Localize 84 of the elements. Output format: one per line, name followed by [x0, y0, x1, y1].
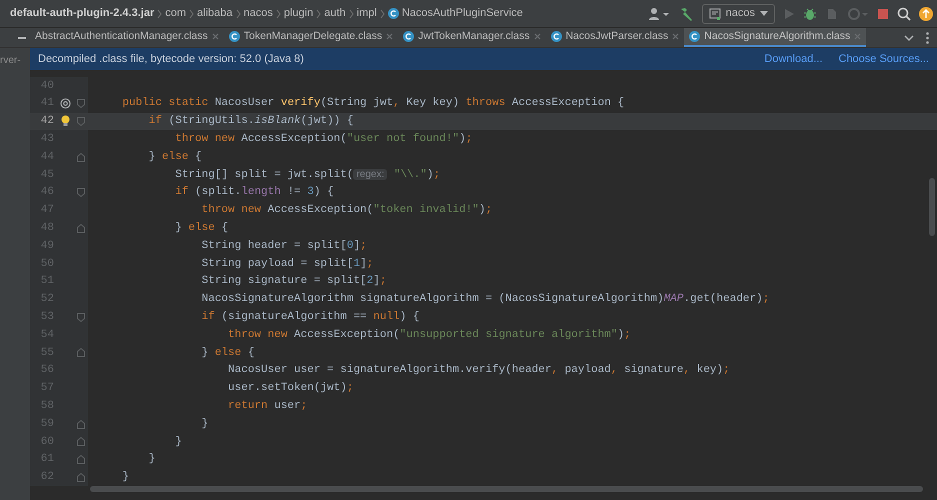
- update-icon[interactable]: [919, 6, 933, 20]
- search-icon[interactable]: [897, 6, 911, 20]
- breadcrumb-item[interactable]: impl: [356, 5, 377, 22]
- bug-icon[interactable]: [803, 6, 817, 20]
- code-line: String header = split[0];: [200, 238, 367, 254]
- fold-icon[interactable]: [77, 348, 85, 358]
- fold-icon[interactable]: [77, 312, 85, 322]
- banner-link[interactable]: Choose Sources...: [838, 50, 929, 68]
- class-icon: [403, 31, 414, 42]
- close-icon[interactable]: [386, 33, 394, 40]
- code-line: if (split.length != 3) {: [174, 185, 334, 200]
- editor-tab[interactable]: JwtTokenManager.class: [398, 28, 546, 47]
- code-line: throw new AccessException("user not found!");: [174, 132, 472, 148]
- chevron-right-icon: [380, 8, 385, 18]
- breadcrumb-item[interactable]: plugin: [284, 5, 314, 22]
- chevron-right-icon: [157, 8, 162, 18]
- code-line: if (StringUtils.isBlank(jwt)) {: [148, 114, 354, 130]
- breadcrumb-item[interactable]: auth: [324, 5, 346, 22]
- code-line: String signature = split[2];: [200, 274, 386, 290]
- chevron-right-icon: [189, 8, 194, 18]
- fold-icon[interactable]: [77, 116, 85, 126]
- banner-link[interactable]: Download...: [764, 50, 822, 68]
- breadcrumb-item[interactable]: NacosAuthPluginService: [402, 5, 523, 22]
- profiler-icon[interactable]: [847, 6, 869, 20]
- code-line: String payload = split[1];: [200, 256, 374, 272]
- user-icon[interactable]: [648, 6, 670, 20]
- fold-icon[interactable]: [77, 99, 85, 108]
- coverage-icon[interactable]: [825, 6, 839, 20]
- chevron-right-icon: [316, 8, 322, 18]
- code-line: public static NacosUser verify(String jwt, Key key) throws AccessException {: [121, 96, 624, 112]
- code-line: if (signatureAlgorithm == null) {: [200, 310, 420, 325]
- code-line: return user;: [227, 398, 308, 414]
- class-icon: [228, 31, 240, 42]
- chevron-down-icon[interactable]: [904, 34, 914, 40]
- editor-tab[interactable]: AbstractAuthenticationManager.class: [30, 28, 224, 47]
- chevron-right-icon: [276, 8, 281, 18]
- fold-icon[interactable]: [77, 188, 85, 198]
- code-line: NacosSignatureAlgorithm signatureAlgorithm = (NacosSignatureAlgorithm)MAP.get(header);: [200, 292, 770, 308]
- project-tree-item[interactable]: rver-: [0, 53, 30, 68]
- editor-tab[interactable]: NacosJwtParser.class: [546, 28, 684, 47]
- fold-icon[interactable]: [77, 420, 85, 429]
- fold-icon[interactable]: [77, 152, 85, 162]
- code-line: throw new AccessException("token invalid!");: [200, 203, 492, 218]
- fold-icon[interactable]: [77, 455, 85, 464]
- class-icon: [689, 31, 700, 42]
- close-icon[interactable]: [854, 33, 862, 40]
- code-line: throw new AccessException("unsupported signature algorithm");: [227, 328, 631, 343]
- code-line: NacosUser user = signatureAlgorithm.verify(header, payload, signature, key);: [227, 363, 730, 378]
- code-line: } else {: [174, 221, 228, 236]
- line-number: 42: [40, 114, 54, 130]
- more-icon[interactable]: [926, 32, 929, 44]
- code-line: }: [148, 452, 156, 468]
- stop-icon[interactable]: [877, 8, 889, 20]
- fold-icon[interactable]: [77, 437, 85, 446]
- chevron-right-icon: [236, 8, 240, 18]
- editor-tab[interactable]: TokenManagerDelegate.class: [224, 28, 398, 47]
- code-line: }: [174, 434, 182, 450]
- lightbulb-icon[interactable]: [60, 115, 70, 128]
- breadcrumb-item[interactable]: com: [165, 5, 186, 22]
- breadcrumb-item[interactable]: alibaba: [197, 5, 232, 22]
- run-icon[interactable]: [783, 8, 795, 20]
- scrollbar-thumb[interactable]: [90, 486, 923, 492]
- code-line: }: [121, 470, 130, 486]
- editor-tab[interactable]: NacosSignatureAlgorithm.class: [684, 28, 866, 47]
- fold-icon[interactable]: [77, 472, 85, 482]
- scrollbar-thumb[interactable]: [929, 178, 935, 236]
- code-line: }: [200, 416, 208, 432]
- code-line: user.setToken(jwt);: [227, 381, 354, 396]
- code-line: String[] split = jwt.split( regex: "\\.");: [174, 168, 440, 183]
- code-line: } else {: [148, 150, 202, 165]
- close-icon[interactable]: [672, 33, 680, 40]
- run-configuration-dropdown[interactable]: nacos: [702, 4, 775, 24]
- class-icon: [388, 8, 399, 19]
- close-icon[interactable]: [212, 33, 219, 40]
- close-icon[interactable]: [534, 33, 541, 40]
- caret-icon: [760, 11, 768, 16]
- code-line: } else {: [200, 346, 254, 361]
- breadcrumb-item[interactable]: nacos: [244, 5, 273, 22]
- breadcrumb-item[interactable]: default-auth-plugin-2.4.3.jar: [10, 5, 154, 22]
- chevron-right-icon: [348, 8, 354, 18]
- config-icon: [708, 8, 721, 20]
- class-icon: [550, 31, 562, 42]
- banner-message: Decompiled .class file, bytecode version: 52.0 (Java 8): [38, 52, 305, 67]
- fold-icon[interactable]: [77, 224, 85, 233]
